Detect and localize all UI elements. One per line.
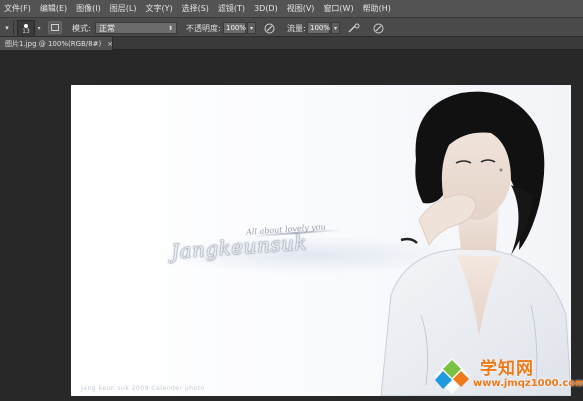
menu-edit[interactable]: 编辑(E) [40, 3, 67, 14]
pressure-opacity-icon[interactable] [263, 21, 275, 35]
close-icon[interactable]: × [107, 40, 113, 48]
options-divider [13, 21, 14, 35]
brush-preset-picker[interactable]: 13 [17, 20, 35, 37]
watermark-url: www.jmqz1000.com [473, 378, 583, 389]
site-watermark: 学知网 www.jmqz1000.com [430, 348, 583, 401]
mode-select-arrow-icon: ⬍ [167, 24, 173, 32]
brush-dropdown-arrow[interactable]: ▾ [36, 21, 42, 35]
menu-help[interactable]: 帮助(H) [363, 3, 391, 14]
mode-value: 正常 [99, 23, 115, 33]
opacity-label: 不透明度: [186, 23, 221, 33]
document-tab-title: 图片1.jpg @ 100%(RGB/8#) [5, 39, 102, 48]
menu-file[interactable]: 文件(F) [4, 3, 31, 14]
opacity-field[interactable]: 100% [223, 22, 246, 34]
menu-bar: 文件(F) 编辑(E) 图像(I) 图层(L) 文字(Y) 选择(S) 滤镜(T… [0, 0, 583, 17]
menu-select[interactable]: 选择(S) [182, 3, 209, 14]
panel-toggle-button[interactable] [48, 21, 62, 34]
pressure-size-icon[interactable] [372, 21, 384, 35]
flow-label: 流量: [287, 23, 306, 33]
airbrush-icon[interactable] [348, 21, 360, 35]
bottom-caption: Jang keun suk 2009 Calender photo [81, 385, 205, 392]
menu-image[interactable]: 图像(I) [76, 3, 101, 14]
flow-slider-arrow[interactable]: ▾ [331, 22, 340, 34]
menu-layer[interactable]: 图层(L) [110, 3, 137, 14]
menu-window[interactable]: 窗口(W) [323, 3, 353, 14]
flow-field[interactable]: 100% [307, 22, 330, 34]
watermark-title: 学知网 [480, 359, 534, 379]
brush-size-value: 13 [22, 27, 30, 35]
mode-select[interactable]: 正常 ⬍ [95, 22, 177, 34]
mode-label: 模式: [72, 23, 91, 33]
document-tab[interactable]: 图片1.jpg @ 100%(RGB/8#) × [0, 37, 113, 50]
tool-preset-picker[interactable]: ▾ [3, 21, 11, 35]
opacity-slider-arrow[interactable]: ▾ [247, 22, 256, 34]
windows-logo-icon [434, 358, 470, 394]
menu-3d[interactable]: 3D(D) [254, 4, 278, 13]
panel-toggle-icon [51, 24, 59, 31]
menu-type[interactable]: 文字(Y) [145, 3, 172, 14]
options-bar: ▾ 13 ▾ 模式: 正常 ⬍ 不透明度: 100% ▾ 流量: 100% ▾ [0, 17, 583, 37]
menu-filter[interactable]: 滤镜(T) [218, 3, 245, 14]
document-tab-bar: 图片1.jpg @ 100%(RGB/8#) × [0, 37, 583, 50]
menu-view[interactable]: 视图(V) [287, 3, 315, 14]
